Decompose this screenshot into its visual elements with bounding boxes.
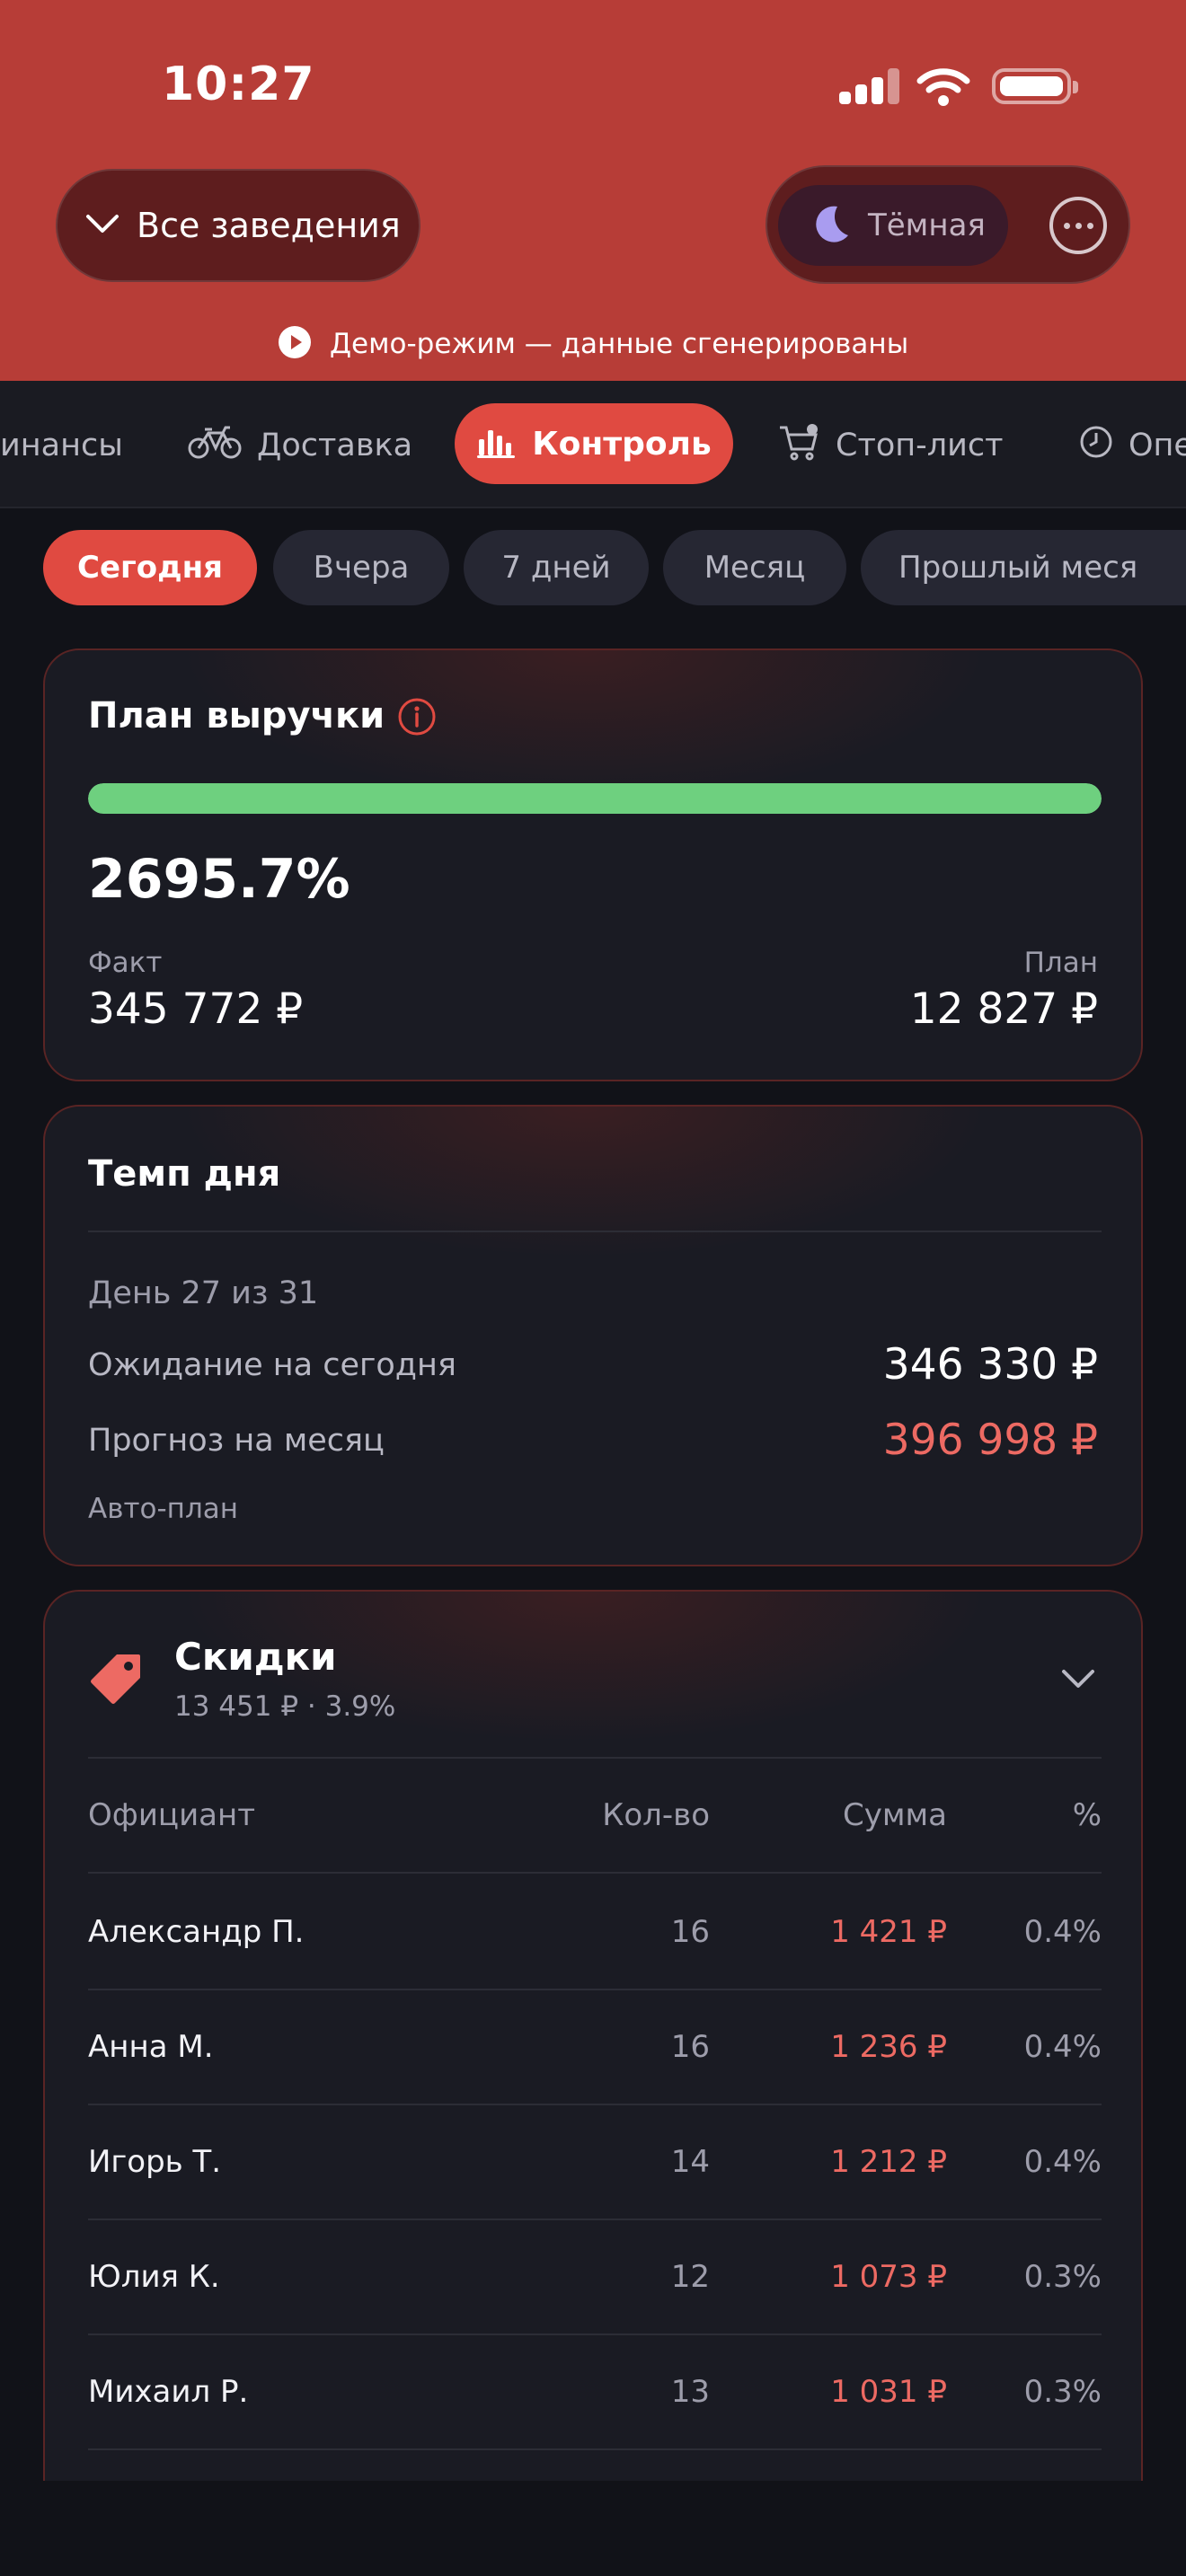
revenue-progress-fill — [88, 783, 1102, 814]
demo-mode-banner: Демо-режим — данные сгенерированы — [0, 325, 1186, 363]
venue-selector-label: Все заведения — [137, 206, 401, 245]
discount-percent: 0.4% — [1023, 2029, 1102, 2065]
discount-sum: 1 212 ₽ — [830, 2144, 947, 2180]
column-waiter: Официант — [88, 1797, 256, 1833]
period-7-days[interactable]: 7 дней — [464, 530, 649, 605]
discounts-subtitle: 13 451 ₽ · 3.9% — [174, 1690, 396, 1723]
tab-finance[interactable]: инансы — [0, 419, 123, 472]
cellular-signal-icon — [839, 68, 902, 104]
day-pace-title: Темп дня — [88, 1153, 281, 1195]
fact-value: 345 772 ₽ — [88, 984, 304, 1034]
table-row: Юлия К. 12 1 073 ₽ 0.3% — [88, 2220, 1102, 2335]
plan-label: План — [1023, 947, 1098, 979]
venue-selector-button[interactable]: Все заведения — [56, 169, 420, 282]
discounts-table-header: Официант Кол-во Сумма % — [88, 1759, 1102, 1874]
theme-toggle-label: Тёмная — [868, 207, 986, 243]
info-icon[interactable] — [397, 697, 437, 740]
day-pace-card: Темп дня День 27 из 31 Ожидание на сегод… — [43, 1105, 1143, 1566]
chevron-down-icon — [1060, 1667, 1096, 1694]
discount-qty: 16 — [670, 2029, 710, 2065]
bottom-safe-area — [0, 2481, 1186, 2576]
period-month[interactable]: Месяц — [663, 530, 846, 605]
discounts-title: Скидки — [174, 1635, 337, 1679]
revenue-plan-card: План выручки 2695.7% Факт 345 772 ₽ План… — [43, 648, 1143, 1081]
tab-control-label: Контроль — [532, 425, 712, 463]
revenue-plan-percent: 2695.7% — [88, 848, 350, 911]
play-icon — [278, 325, 312, 363]
bar-chart-icon — [476, 425, 516, 463]
discount-qty: 12 — [670, 2259, 710, 2295]
discount-sum: 1 236 ₽ — [830, 2029, 947, 2065]
tab-delivery[interactable]: Доставка — [187, 419, 412, 472]
day-counter: День 27 из 31 — [88, 1275, 319, 1311]
demo-mode-text: Демо-режим — данные сгенерированы — [329, 328, 909, 360]
chevron-down-icon — [84, 212, 120, 239]
tab-operations-label: Опе — [1128, 428, 1186, 463]
waiter-name: Александр П. — [88, 1914, 305, 1950]
more-dots-icon — [1063, 222, 1070, 229]
waiter-name: Юлия К. — [88, 2259, 220, 2295]
waiter-name: Анна М. — [88, 2029, 214, 2065]
discount-qty: 14 — [670, 2144, 710, 2180]
month-forecast-value: 396 998 ₽ — [882, 1416, 1098, 1465]
waiter-name: Михаил Р. — [88, 2374, 249, 2410]
column-percent: % — [1072, 1797, 1102, 1833]
month-forecast-label: Прогноз на месяц — [88, 1423, 385, 1459]
tab-stoplist-label: Стоп-лист — [836, 428, 1004, 463]
discount-percent: 0.3% — [1023, 2259, 1102, 2295]
revenue-progress-bar — [88, 783, 1102, 814]
table-row: Игорь Т. 14 1 212 ₽ 0.4% — [88, 2105, 1102, 2220]
revenue-plan-title: План выручки — [88, 695, 385, 737]
discounts-header[interactable]: Скидки 13 451 ₽ · 3.9% — [45, 1592, 1141, 1753]
theme-toggle-button[interactable]: Тёмная — [778, 185, 1008, 266]
fact-label: Факт — [88, 947, 163, 979]
plan-value: 12 827 ₽ — [909, 984, 1098, 1034]
tab-finance-label: инансы — [0, 428, 123, 463]
column-qty: Кол-во — [602, 1797, 710, 1833]
price-tag-icon — [88, 1651, 144, 1710]
expected-today-label: Ожидание на сегодня — [88, 1347, 456, 1383]
status-time: 10:27 — [162, 57, 315, 111]
battery-icon — [992, 68, 1078, 104]
discount-sum: 1 031 ₽ — [830, 2374, 947, 2410]
table-row: Александр П. 16 1 421 ₽ 0.4% — [88, 1875, 1102, 1990]
clock-icon — [1078, 424, 1114, 468]
tab-stoplist[interactable]: Стоп-лист — [778, 419, 1004, 472]
waiter-name: Игорь Т. — [88, 2144, 222, 2180]
cart-icon — [778, 422, 821, 470]
table-row: Михаил Р. 13 1 031 ₽ 0.3% — [88, 2335, 1102, 2450]
auto-plan-label: Авто-план — [88, 1493, 239, 1525]
bicycle-icon — [187, 424, 243, 468]
discount-percent: 0.3% — [1023, 2374, 1102, 2410]
table-row: Анна М. 16 1 236 ₽ 0.4% — [88, 1990, 1102, 2105]
moon-icon — [810, 203, 852, 248]
tab-control[interactable]: Контроль — [455, 403, 733, 484]
discount-sum: 1 421 ₽ — [830, 1914, 947, 1950]
column-sum: Сумма — [843, 1797, 947, 1833]
discount-sum: 1 073 ₽ — [830, 2259, 947, 2295]
discount-qty: 13 — [670, 2374, 710, 2410]
discounts-card: Скидки 13 451 ₽ · 3.9% Официант Кол-во С… — [43, 1590, 1143, 2576]
tab-operations[interactable]: Опе — [1078, 419, 1186, 472]
period-yesterday[interactable]: Вчера — [273, 530, 449, 605]
wifi-icon — [916, 66, 970, 110]
day-pace-divider — [88, 1231, 1102, 1232]
discount-percent: 0.4% — [1023, 2144, 1102, 2180]
discount-percent: 0.4% — [1023, 1914, 1102, 1950]
period-last-month[interactable]: Прошлый меся — [861, 530, 1186, 605]
expected-today-value: 346 330 ₽ — [882, 1340, 1098, 1389]
tab-delivery-label: Доставка — [257, 428, 413, 463]
more-options-button[interactable] — [1049, 197, 1107, 254]
period-today[interactable]: Сегодня — [43, 530, 257, 605]
discount-qty: 16 — [670, 1914, 710, 1950]
